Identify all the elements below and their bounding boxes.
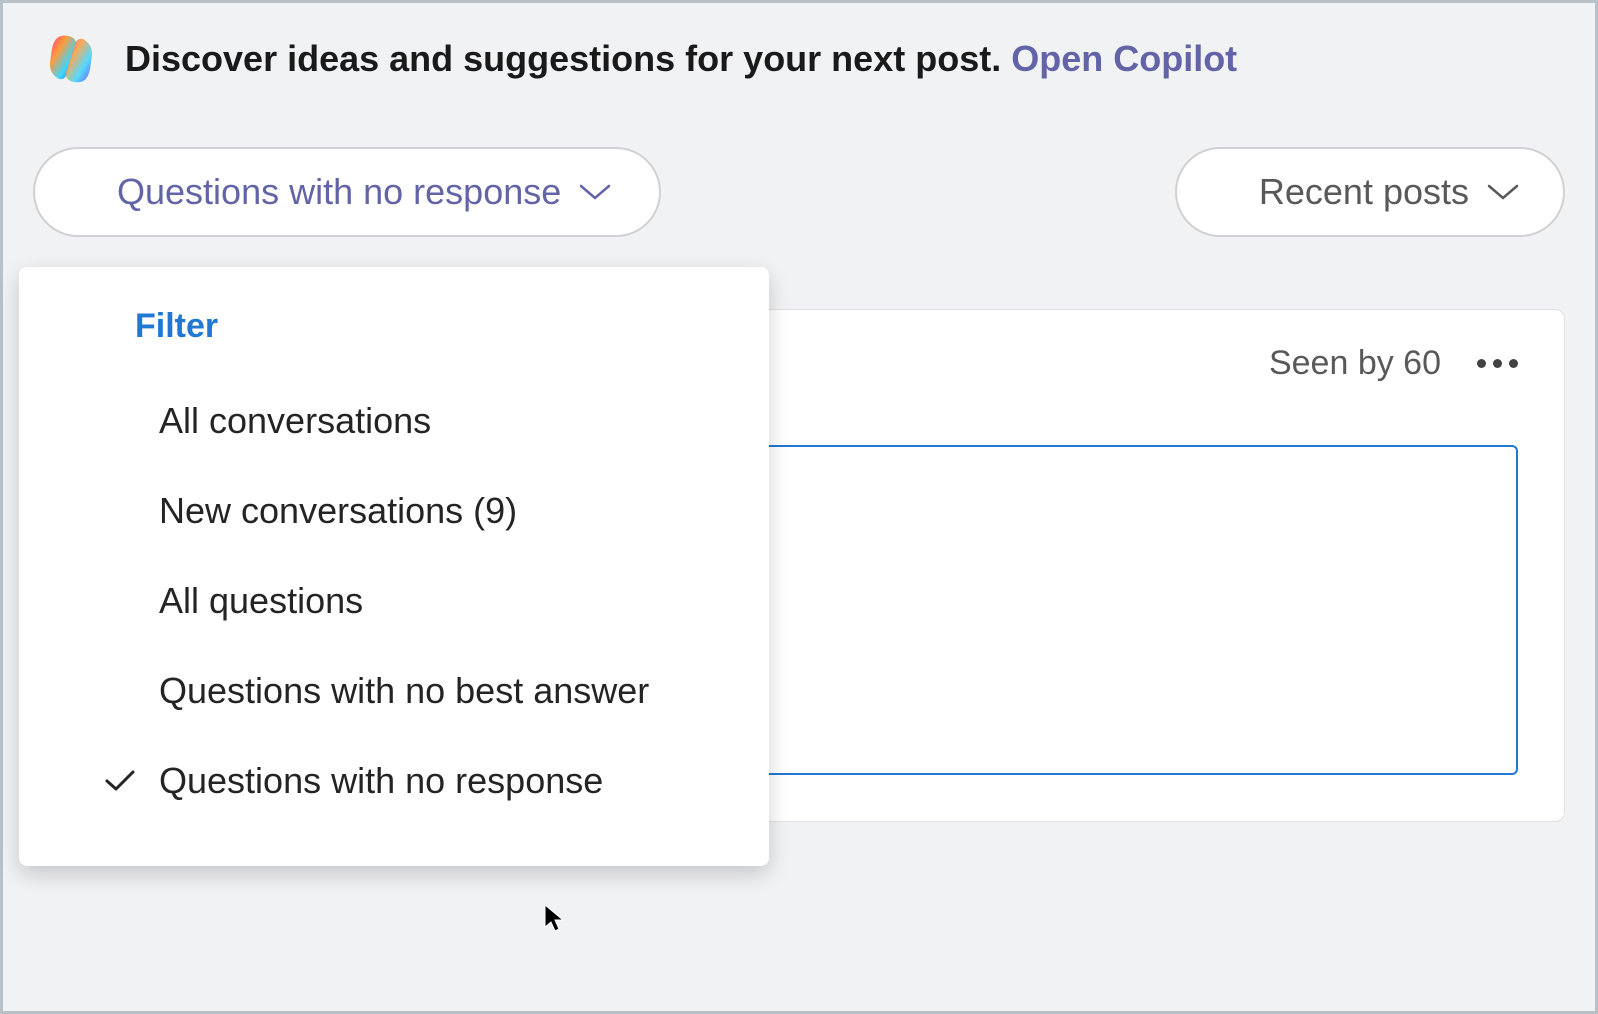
copilot-banner: Discover ideas and suggestions for your … — [3, 3, 1595, 99]
sort-selected-label: Recent posts — [1259, 171, 1469, 213]
filter-option-label: Questions with no best answer — [159, 670, 649, 712]
seen-by-label: Seen by 60 — [1269, 344, 1441, 383]
filter-option-no-best-answer[interactable]: Questions with no best answer — [19, 646, 769, 736]
filter-option-new-conversations[interactable]: New conversations (9) — [19, 466, 769, 556]
filter-dropdown-menu: Filter All conversations New conversatio… — [19, 267, 769, 866]
dot-icon — [1493, 359, 1502, 368]
check-icon — [104, 760, 136, 802]
filter-option-label: All conversations — [159, 400, 431, 442]
filter-option-label: New conversations (9) — [159, 490, 517, 532]
filter-menu-header: Filter — [19, 307, 769, 376]
filter-option-all-questions[interactable]: All questions — [19, 556, 769, 646]
chevron-down-icon — [1487, 182, 1519, 202]
filter-selected-label: Questions with no response — [117, 171, 561, 213]
copilot-icon — [43, 31, 99, 87]
chevron-down-icon — [579, 182, 611, 202]
banner-message: Discover ideas and suggestions for your … — [125, 38, 1011, 79]
check-slot — [81, 760, 159, 802]
more-options-button[interactable] — [1477, 359, 1518, 368]
post-compose-area[interactable] — [648, 445, 1518, 775]
filter-dropdown-button[interactable]: Questions with no response — [33, 147, 661, 237]
dot-icon — [1509, 359, 1518, 368]
filter-option-label: All questions — [159, 580, 363, 622]
open-copilot-link[interactable]: Open Copilot — [1011, 38, 1237, 79]
filter-option-no-response[interactable]: Questions with no response — [19, 736, 769, 826]
filter-option-all-conversations[interactable]: All conversations — [19, 376, 769, 466]
filter-option-label: Questions with no response — [159, 760, 603, 802]
sort-dropdown-button[interactable]: Recent posts — [1175, 147, 1565, 237]
post-header: Seen by 60 — [648, 344, 1518, 383]
dot-icon — [1477, 359, 1486, 368]
banner-text: Discover ideas and suggestions for your … — [125, 38, 1237, 80]
controls-row: Questions with no response Recent posts — [3, 99, 1595, 237]
cursor-icon — [543, 903, 567, 938]
